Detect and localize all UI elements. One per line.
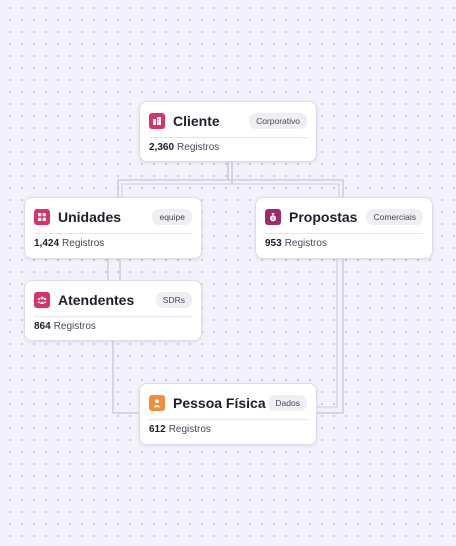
node-title: Unidades	[58, 209, 122, 225]
node-count: 2,360 Registros	[149, 142, 219, 153]
node-tag: Corporativo	[249, 113, 307, 129]
divider	[34, 316, 192, 317]
count-value: 953	[265, 238, 282, 249]
building-icon	[149, 113, 165, 129]
grid-icon	[34, 209, 50, 225]
node-title: Atendentes	[58, 292, 135, 308]
count-unit: Registros	[168, 424, 211, 435]
node-tag: Comerciais	[366, 209, 423, 225]
connector-atendentes-pessoa	[112, 341, 139, 414]
count-value: 864	[34, 321, 51, 332]
node-propostas[interactable]: Propostas Comerciais 953 Registros	[255, 197, 433, 259]
node-tag: equipe	[152, 209, 192, 225]
divider	[149, 137, 307, 138]
node-title: Propostas	[289, 209, 358, 225]
divider	[34, 233, 192, 234]
count-unit: Registros	[62, 238, 105, 249]
divider	[149, 419, 307, 420]
node-tag: Dados	[268, 395, 307, 411]
money-bag-icon	[265, 209, 281, 225]
divider	[265, 233, 423, 234]
node-title: Pessoa Física	[173, 395, 266, 411]
group-icon	[34, 292, 50, 308]
node-tag: SDRs	[155, 292, 192, 308]
count-value: 2,360	[149, 142, 175, 153]
count-value: 1,424	[34, 238, 60, 249]
node-count: 953 Registros	[265, 238, 327, 249]
count-value: 612	[149, 424, 166, 435]
connector-propostas-pessoa-2	[317, 259, 338, 408]
node-count: 612 Registros	[149, 424, 211, 435]
person-icon	[149, 395, 165, 411]
node-count: 1,424 Registros	[34, 238, 104, 249]
node-pessoa-fisica[interactable]: Pessoa Física Dados 612 Registros	[139, 383, 317, 445]
connector-layer	[107, 162, 344, 414]
count-unit: Registros	[284, 238, 327, 249]
connector-cliente-unidades	[117, 162, 229, 197]
node-unidades[interactable]: Unidades equipe 1,424 Registros	[24, 197, 202, 259]
node-title: Cliente	[173, 113, 220, 129]
count-unit: Registros	[177, 142, 220, 153]
node-atendentes[interactable]: Atendentes SDRs 864 Registros	[24, 280, 202, 341]
count-unit: Registros	[53, 321, 96, 332]
connector-propostas-pessoa	[317, 259, 344, 414]
connector-cliente-propostas	[227, 162, 344, 197]
node-count: 864 Registros	[34, 321, 96, 332]
node-cliente[interactable]: Cliente Corporativo 2,360 Registros	[139, 101, 317, 162]
